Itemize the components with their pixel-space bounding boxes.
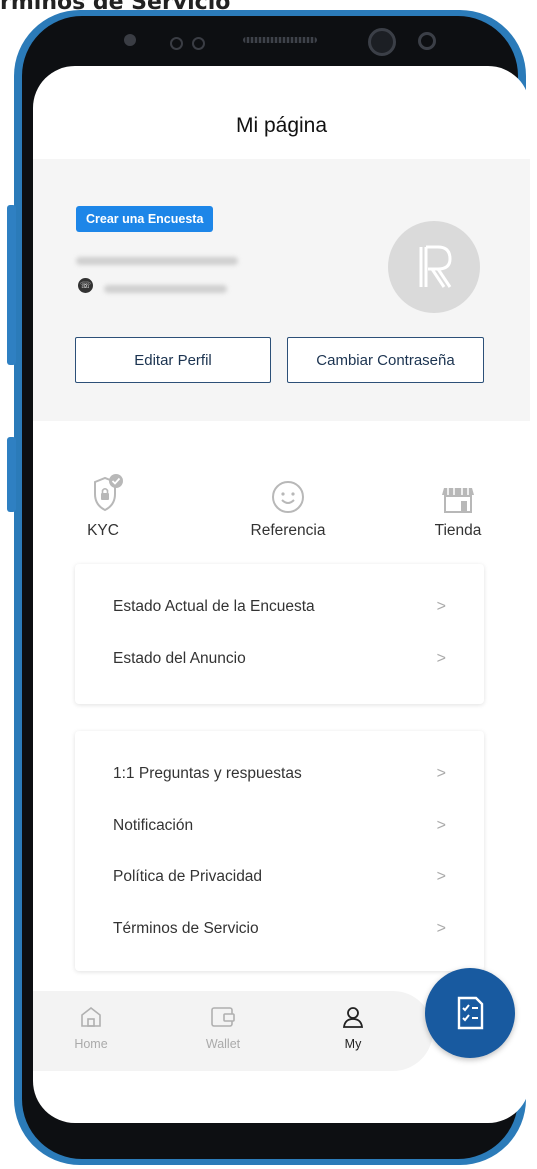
- tab-label: Home: [74, 1037, 108, 1051]
- sensor-ring: [192, 37, 205, 50]
- menu-item-ad-status[interactable]: Estado del Anuncio >: [113, 645, 446, 673]
- chevron-right-icon: >: [436, 817, 446, 834]
- volume-button: [7, 205, 16, 365]
- support-menu-card: 1:1 Preguntas y respuestas > Notificació…: [75, 731, 484, 971]
- earpiece-speaker: [243, 37, 317, 43]
- tab-label: My: [344, 1037, 362, 1051]
- quick-link-referencia[interactable]: Referencia: [228, 474, 348, 540]
- menu-item-notifications[interactable]: Notificación >: [113, 812, 446, 840]
- brand-logo-icon: [419, 245, 452, 288]
- chevron-right-icon: >: [436, 650, 446, 667]
- shield-check-icon: [94, 474, 123, 512]
- referencia-label: Referencia: [250, 522, 326, 539]
- menu-item-label: Notificación: [113, 817, 194, 834]
- chevron-right-icon: >: [436, 868, 446, 885]
- chevron-right-icon: >: [436, 598, 446, 615]
- wallet-icon: [211, 1007, 235, 1027]
- edit-profile-button[interactable]: Editar Perfil: [75, 337, 271, 383]
- power-button: [7, 437, 16, 512]
- menu-item-label: Estado del Anuncio: [113, 650, 246, 667]
- tab-my[interactable]: My: [323, 1005, 383, 1051]
- menu-item-label: Términos de Servicio: [113, 920, 259, 937]
- app-screen: Mi página Crear una Encuesta ☏ Editar Pe…: [33, 66, 530, 1123]
- store-icon: [442, 488, 474, 513]
- sensor-dot: [124, 34, 136, 46]
- page-title: Mi página: [235, 114, 328, 137]
- menu-item-label: Política de Privacidad: [113, 868, 263, 885]
- smiley-icon: [272, 481, 304, 513]
- profile-card: Crear una Encuesta ☏ Editar Perfil Cambi…: [33, 159, 530, 421]
- create-survey-button[interactable]: Crear una Encuesta: [76, 206, 214, 232]
- menu-item-label: Estado Actual de la Encuesta: [113, 598, 315, 615]
- bottom-tab-bar: Home Wallet My: [33, 991, 433, 1071]
- status-menu-card: Estado Actual de la Encuesta > Estado de…: [75, 564, 484, 704]
- tab-label: Wallet: [205, 1037, 241, 1051]
- phone-icon: ☏: [78, 278, 93, 293]
- tab-wallet[interactable]: Wallet: [193, 1005, 253, 1051]
- user-icon: [342, 1007, 364, 1028]
- front-camera: [368, 28, 396, 56]
- tab-home[interactable]: Home: [61, 1005, 121, 1051]
- email-redacted: [76, 257, 238, 265]
- home-icon: [81, 1006, 101, 1027]
- sensor-ring: [170, 37, 183, 50]
- tienda-label: Tienda: [434, 522, 482, 539]
- change-password-button[interactable]: Cambiar Contraseña: [287, 337, 484, 383]
- quick-link-tienda[interactable]: Tienda: [398, 474, 518, 540]
- quick-link-kyc[interactable]: KYC: [53, 474, 153, 540]
- survey-fab-button[interactable]: [425, 968, 515, 1058]
- phone-number-redacted: [104, 285, 227, 293]
- menu-item-terms[interactable]: Términos de Servicio >: [113, 915, 446, 943]
- checklist-icon: [457, 996, 484, 1030]
- menu-item-survey-status[interactable]: Estado Actual de la Encuesta >: [113, 593, 446, 621]
- avatar[interactable]: [388, 221, 480, 313]
- kyc-label: KYC: [87, 522, 119, 539]
- menu-item-label: 1:1 Preguntas y respuestas: [113, 765, 302, 782]
- chevron-right-icon: >: [436, 920, 446, 937]
- menu-item-privacy[interactable]: Política de Privacidad >: [113, 863, 446, 891]
- chevron-right-icon: >: [436, 765, 446, 782]
- camera-sensor: [418, 32, 436, 50]
- menu-item-qna[interactable]: 1:1 Preguntas y respuestas >: [113, 760, 446, 788]
